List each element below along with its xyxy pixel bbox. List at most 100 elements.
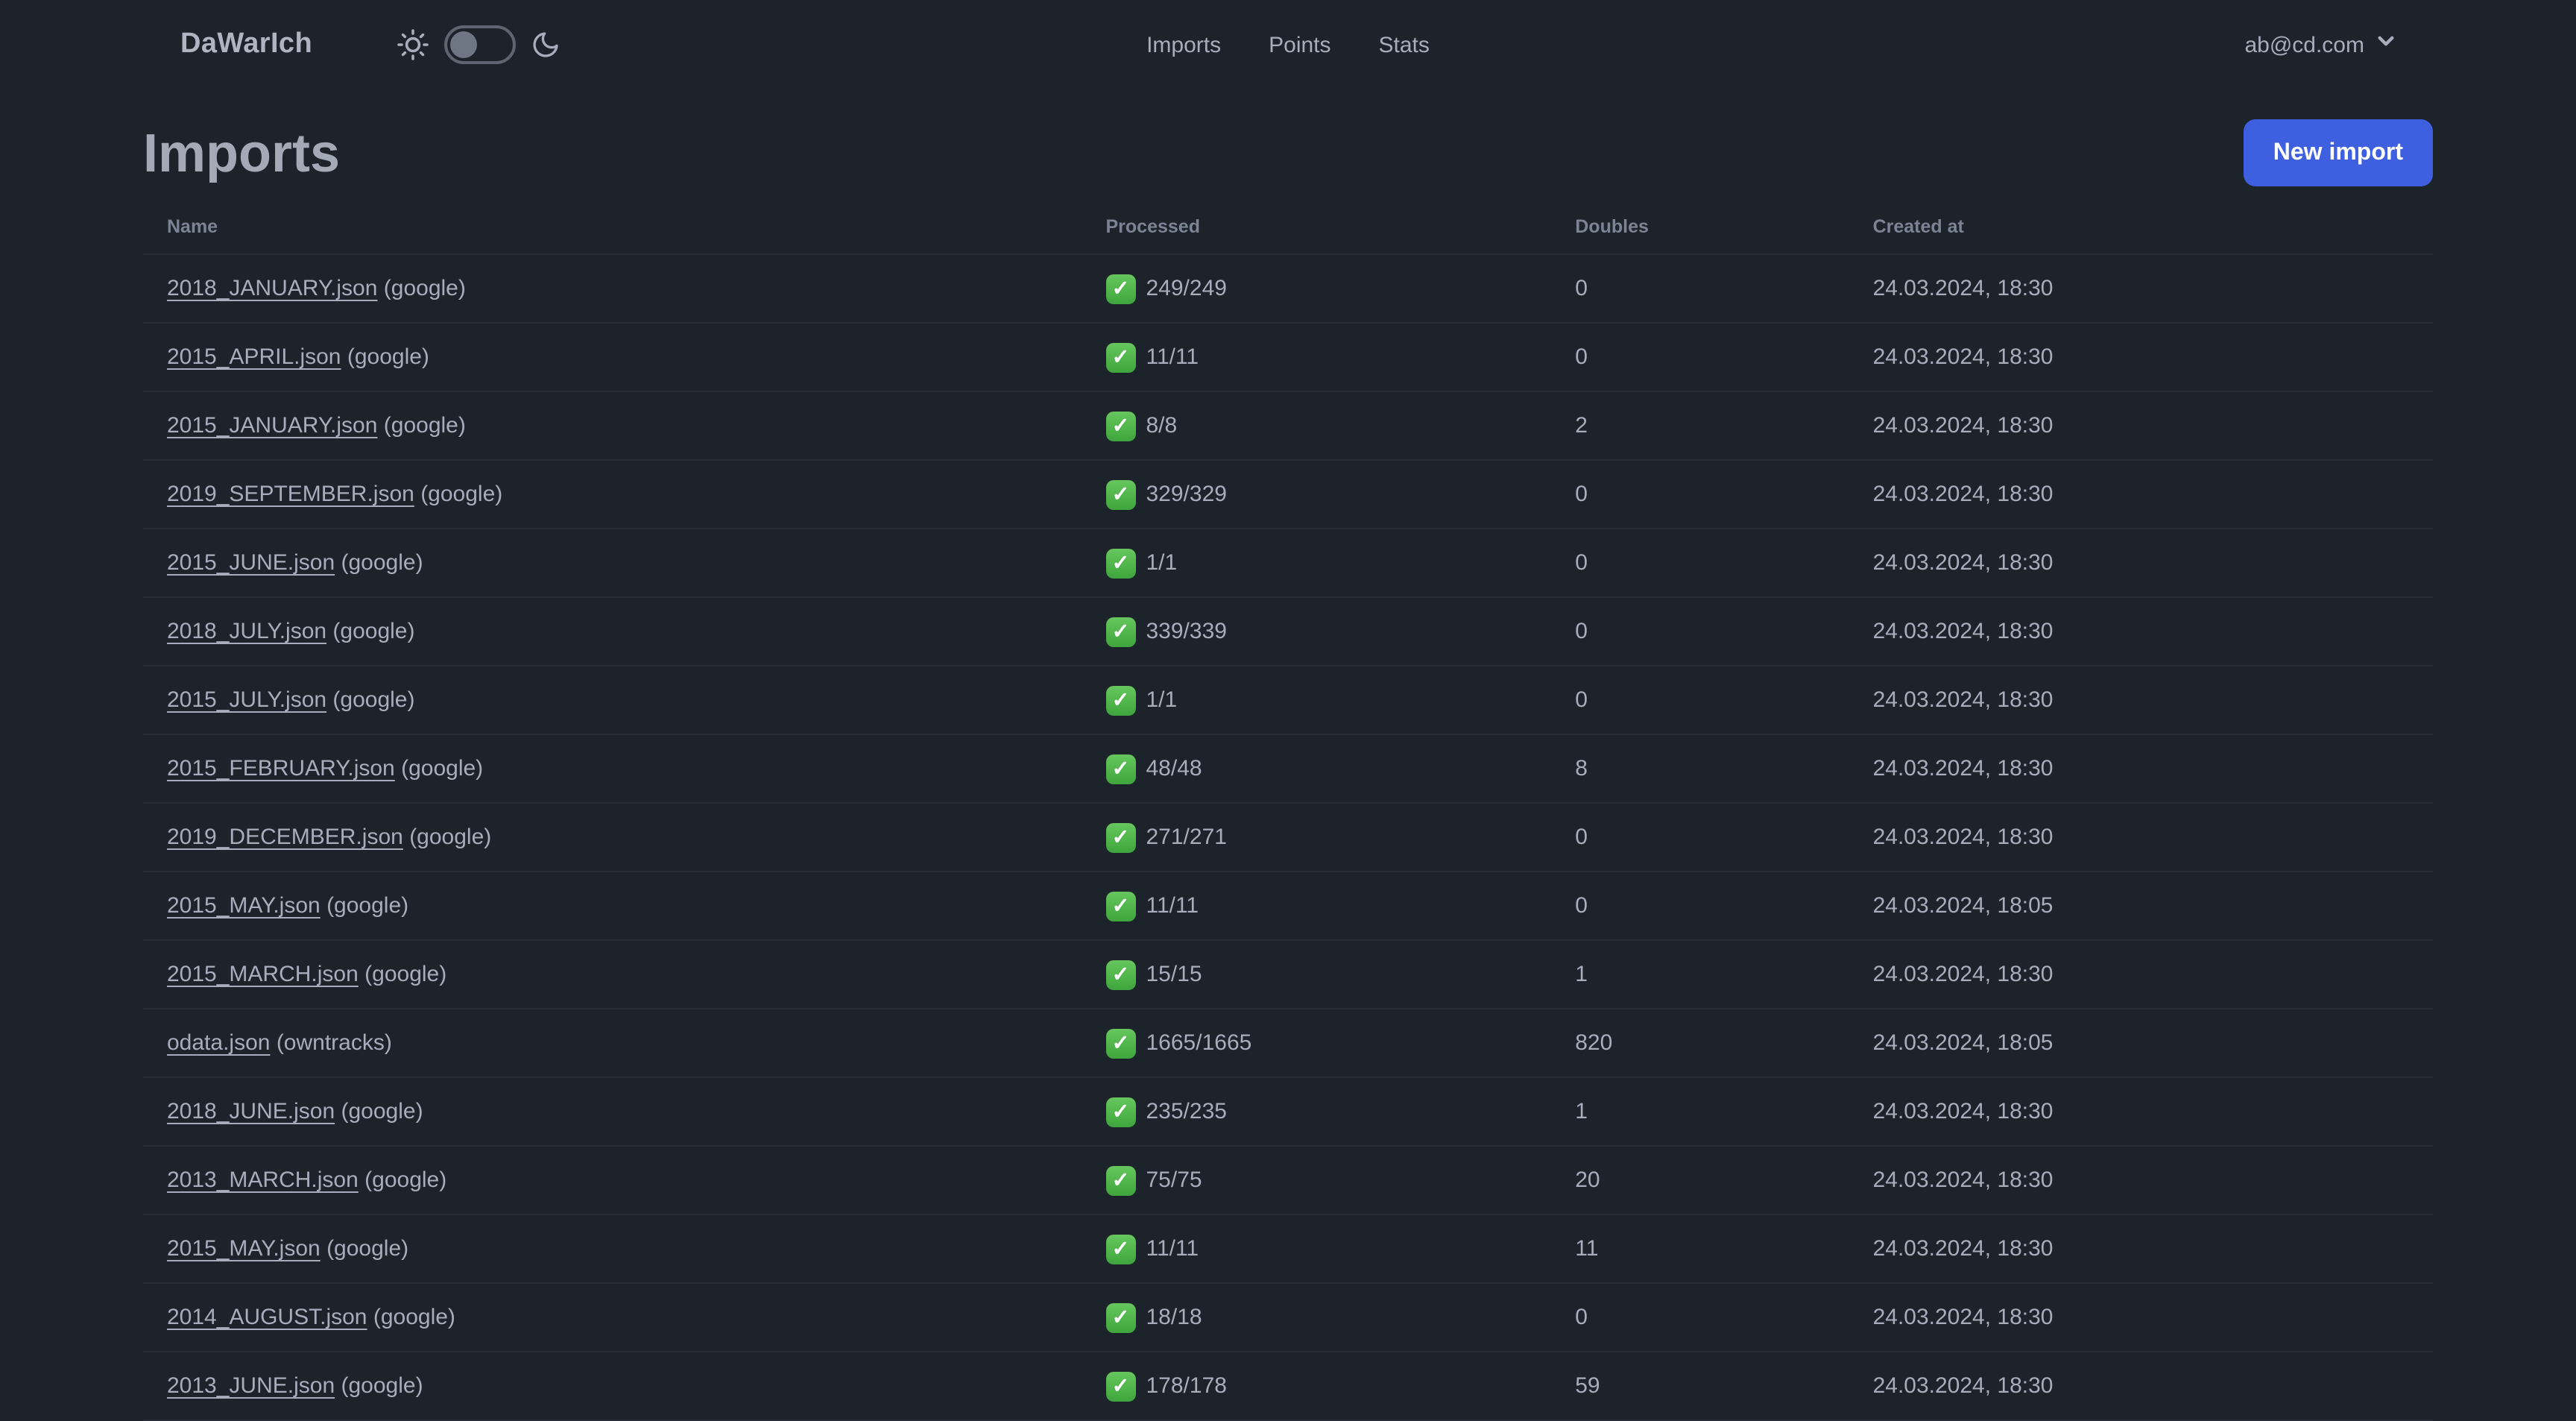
- theme-toggle[interactable]: [443, 25, 516, 64]
- created-at-value: 24.03.2024, 18:30: [1872, 1373, 2053, 1399]
- import-file-link[interactable]: 2015_MAY.json: [167, 893, 321, 919]
- processed-count: 249/249: [1146, 276, 1227, 301]
- created-at-value: 24.03.2024, 18:30: [1872, 825, 2053, 850]
- import-source-label: (google): [409, 825, 492, 850]
- import-file-link[interactable]: 2015_MAY.json: [167, 1236, 321, 1261]
- created-at-value: 24.03.2024, 18:30: [1872, 1236, 2053, 1261]
- created-at-cell: 24.03.2024, 18:30: [1849, 529, 2433, 598]
- import-file-link[interactable]: 2019_SEPTEMBER.json: [167, 482, 414, 507]
- table-row: 2015_MAY.json (google) ✓ 11/11 11 24.03.…: [143, 1214, 2433, 1284]
- processed-cell: ✓ 11/11: [1082, 872, 1552, 941]
- table-row: 2018_JUNE.json (google) ✓ 235/235 1 24.0…: [143, 1077, 2433, 1147]
- doubles-cell: 0: [1551, 1283, 1849, 1352]
- import-file-link[interactable]: 2015_JULY.json: [167, 687, 326, 713]
- app-logo[interactable]: DaWarIch: [180, 28, 312, 61]
- name-cell: 2019_SEPTEMBER.json (google): [143, 460, 1082, 529]
- processed-count: 75/75: [1146, 1168, 1202, 1193]
- created-at-cell: 24.03.2024, 18:30: [1849, 803, 2433, 872]
- doubles-count: 0: [1575, 687, 1588, 713]
- doubles-count: 59: [1575, 1373, 1600, 1399]
- processed-cell: ✓ 11/11: [1082, 323, 1552, 392]
- doubles-cell: 59: [1551, 1352, 1849, 1421]
- column-header-processed: Processed: [1082, 198, 1552, 255]
- success-check-icon: ✓: [1105, 1097, 1136, 1127]
- doubles-count: 0: [1575, 619, 1588, 644]
- created-at-value: 24.03.2024, 18:30: [1872, 550, 2053, 576]
- import-file-link[interactable]: 2019_DECEMBER.json: [167, 825, 403, 850]
- doubles-count: 1: [1575, 1099, 1588, 1124]
- table-row: 2013_JUNE.json (google) ✓ 178/178 59 24.…: [143, 1352, 2433, 1421]
- chevron-down-icon: [2375, 30, 2397, 60]
- processed-cell: ✓ 11/11: [1082, 1214, 1552, 1284]
- user-menu[interactable]: ab@cd.com: [2244, 30, 2397, 60]
- name-cell: 2015_JANUARY.json (google): [143, 391, 1082, 461]
- import-source-label: (google): [401, 756, 484, 781]
- doubles-cell: 0: [1551, 666, 1849, 735]
- nav-link-points[interactable]: Points: [1269, 32, 1330, 57]
- created-at-cell: 24.03.2024, 18:30: [1849, 391, 2433, 461]
- created-at-value: 24.03.2024, 18:30: [1872, 1305, 2053, 1330]
- created-at-value: 24.03.2024, 18:05: [1872, 893, 2053, 919]
- processed-count: 1/1: [1146, 550, 1178, 576]
- import-file-link[interactable]: 2013_JUNE.json: [167, 1373, 335, 1399]
- import-file-link[interactable]: 2015_APRIL.json: [167, 344, 341, 370]
- import-file-link[interactable]: 2015_JUNE.json: [167, 550, 335, 576]
- created-at-value: 24.03.2024, 18:30: [1872, 276, 2053, 301]
- page-title: Imports: [143, 122, 341, 183]
- import-source-label: (google): [347, 344, 429, 370]
- import-file-link[interactable]: 2013_MARCH.json: [167, 1168, 359, 1193]
- import-file-link[interactable]: 2018_JANUARY.json: [167, 276, 377, 301]
- column-header-name: Name: [143, 198, 1082, 255]
- theme-toggle-knob: [449, 31, 477, 58]
- table-row: 2018_JULY.json (google) ✓ 339/339 0 24.0…: [143, 597, 2433, 667]
- nav-link-imports[interactable]: Imports: [1146, 32, 1221, 57]
- name-cell: 2015_FEBRUARY.json (google): [143, 734, 1082, 804]
- new-import-button[interactable]: New import: [2243, 119, 2433, 186]
- import-file-link[interactable]: 2015_FEBRUARY.json: [167, 756, 395, 781]
- import-file-link[interactable]: 2015_MARCH.json: [167, 962, 359, 987]
- created-at-cell: 24.03.2024, 18:30: [1849, 666, 2433, 735]
- processed-count: 8/8: [1146, 413, 1178, 438]
- import-file-link[interactable]: 2018_JULY.json: [167, 619, 326, 644]
- import-source-label: (google): [420, 482, 503, 507]
- created-at-cell: 24.03.2024, 18:30: [1849, 460, 2433, 529]
- processed-count: 15/15: [1146, 962, 1202, 987]
- nav-link-stats[interactable]: Stats: [1379, 32, 1430, 57]
- doubles-count: 0: [1575, 482, 1588, 507]
- doubles-count: 0: [1575, 276, 1588, 301]
- created-at-value: 24.03.2024, 18:30: [1872, 1168, 2053, 1193]
- import-file-link[interactable]: 2018_JUNE.json: [167, 1099, 335, 1124]
- created-at-cell: 24.03.2024, 18:30: [1849, 1352, 2433, 1421]
- created-at-cell: 24.03.2024, 18:05: [1849, 872, 2433, 941]
- main-content: Imports New import Name Processed Double…: [0, 119, 2576, 1421]
- doubles-cell: 2: [1551, 391, 1849, 461]
- doubles-cell: 0: [1551, 872, 1849, 941]
- import-file-link[interactable]: odata.json: [167, 1030, 270, 1056]
- doubles-count: 0: [1575, 1305, 1588, 1330]
- success-check-icon: ✓: [1105, 1165, 1136, 1195]
- created-at-value: 24.03.2024, 18:30: [1872, 962, 2053, 987]
- success-check-icon: ✓: [1105, 274, 1136, 303]
- table-row: 2015_JANUARY.json (google) ✓ 8/8 2 24.03…: [143, 391, 2433, 461]
- table-row: 2019_SEPTEMBER.json (google) ✓ 329/329 0…: [143, 460, 2433, 529]
- import-file-link[interactable]: 2014_AUGUST.json: [167, 1305, 367, 1330]
- processed-cell: ✓ 1/1: [1082, 529, 1552, 598]
- name-cell: 2018_JULY.json (google): [143, 597, 1082, 667]
- import-file-link[interactable]: 2015_JANUARY.json: [167, 413, 377, 438]
- processed-cell: ✓ 1/1: [1082, 666, 1552, 735]
- success-check-icon: ✓: [1105, 891, 1136, 921]
- table-row: 2018_JANUARY.json (google) ✓ 249/249 0 2…: [143, 254, 2433, 324]
- doubles-count: 0: [1575, 550, 1588, 576]
- imports-table: Name Processed Doubles Created at 2018_J…: [143, 198, 2433, 1421]
- created-at-value: 24.03.2024, 18:30: [1872, 687, 2053, 713]
- name-cell: 2018_JUNE.json (google): [143, 1077, 1082, 1147]
- doubles-count: 11: [1575, 1236, 1599, 1261]
- import-source-label: (google): [364, 1168, 447, 1193]
- created-at-value: 24.03.2024, 18:30: [1872, 482, 2053, 507]
- import-source-label: (owntracks): [276, 1030, 392, 1056]
- table-row: 2015_JULY.json (google) ✓ 1/1 0 24.03.20…: [143, 666, 2433, 735]
- processed-count: 271/271: [1146, 825, 1227, 850]
- page-head: Imports New import: [143, 119, 2433, 186]
- import-source-label: (google): [383, 413, 466, 438]
- theme-toggle-group: [396, 25, 560, 64]
